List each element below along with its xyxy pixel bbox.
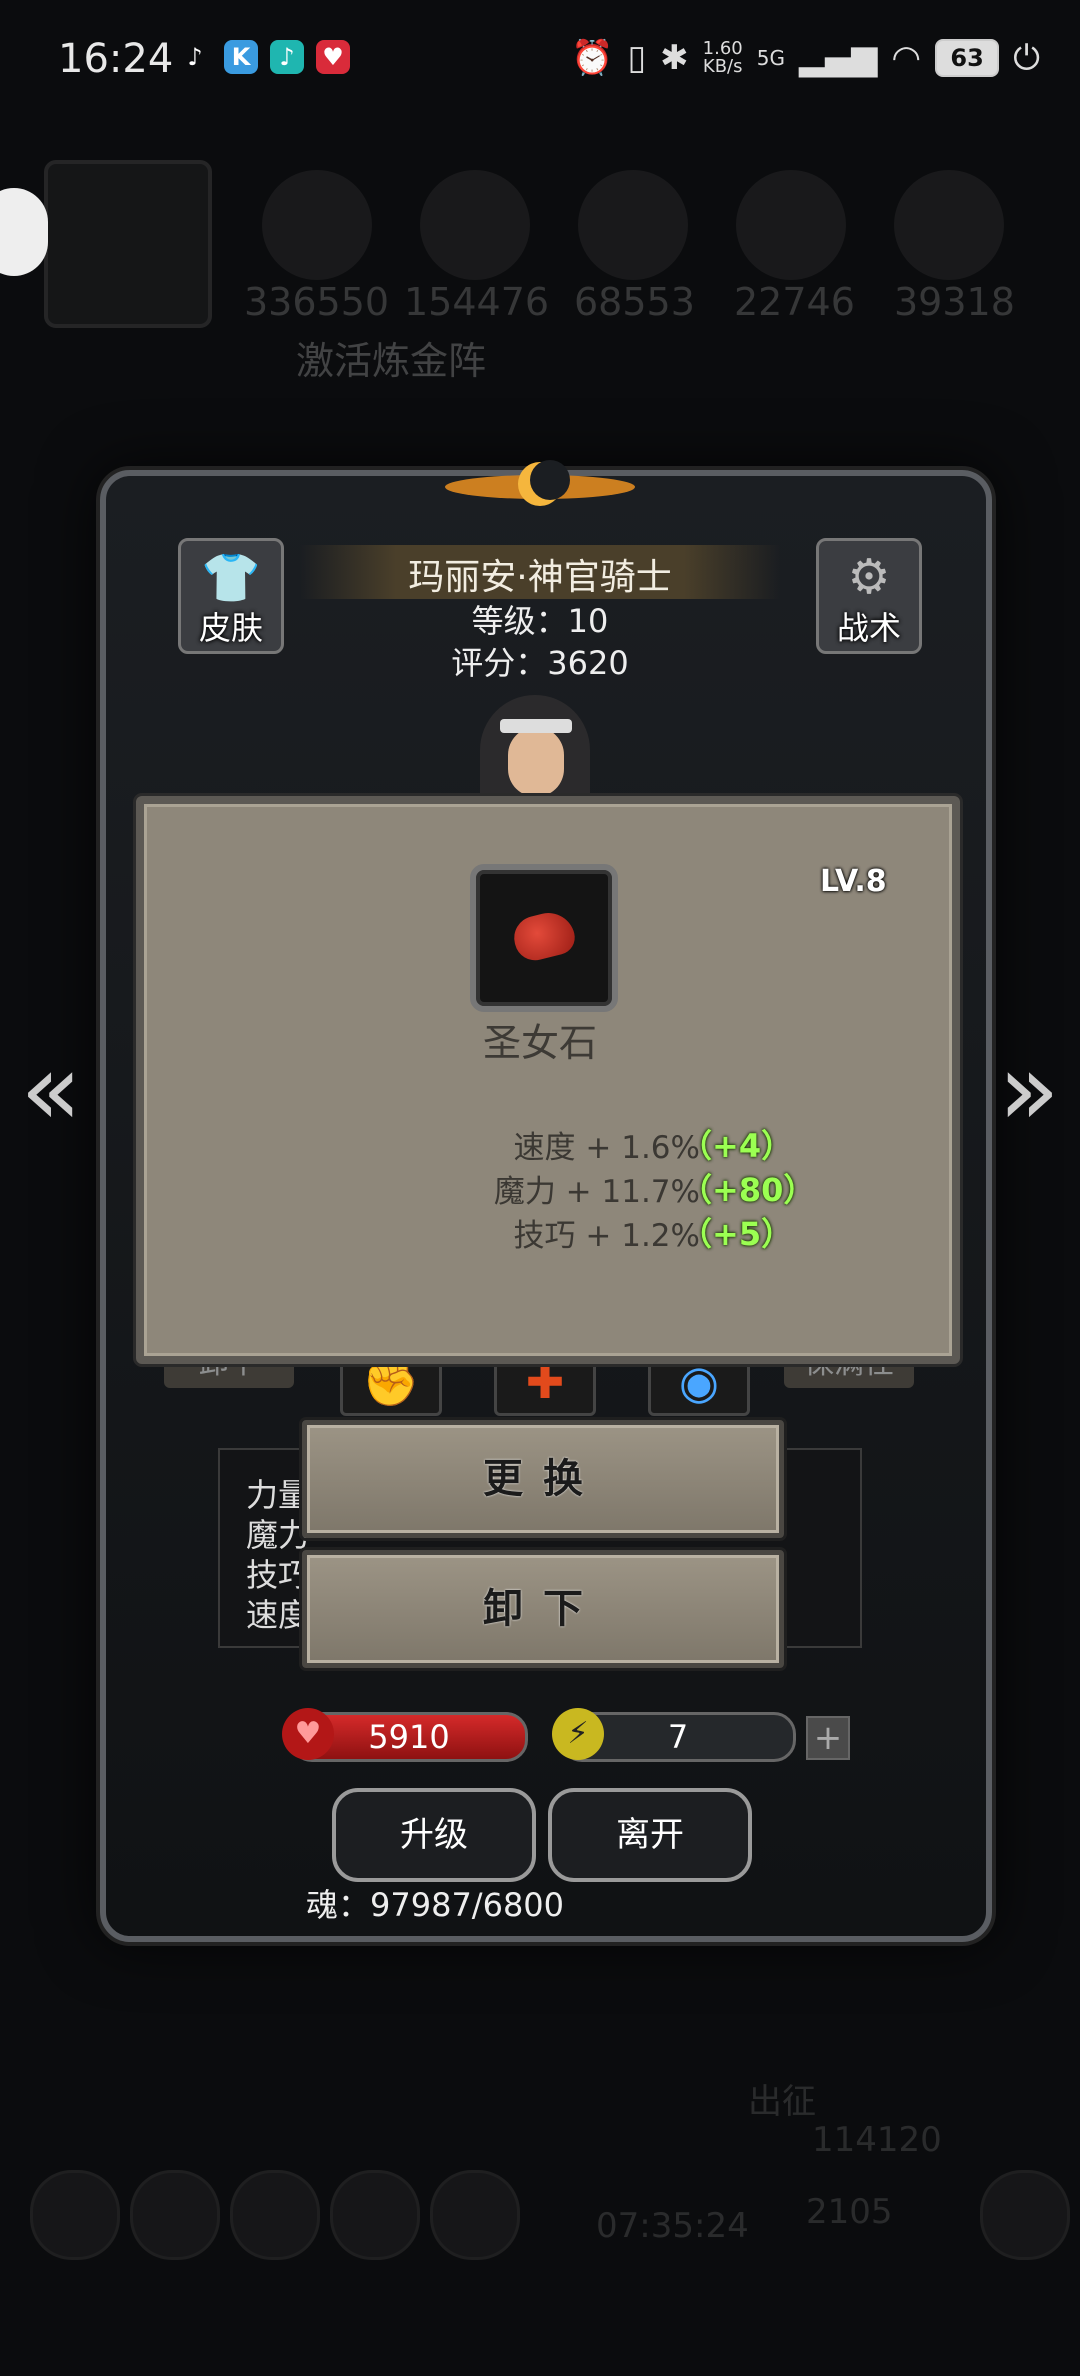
clock: 16:24: [58, 36, 174, 82]
gold-count: 114120: [812, 2120, 942, 2160]
resource-count: 39318: [894, 280, 1015, 324]
menu-icon: [430, 2170, 520, 2260]
item-level: LV.8: [820, 864, 887, 899]
resource-icon: [578, 170, 688, 280]
character-score: 评分：3620: [451, 644, 629, 682]
timer: 07:35:24: [596, 2206, 749, 2246]
leave-button[interactable]: 离开: [548, 1788, 752, 1882]
alarm-icon: ⏰: [571, 38, 614, 78]
character-name: 玛丽安·神官骑士: [408, 557, 672, 598]
tactics-button[interactable]: ⚙ 战术: [816, 538, 922, 654]
resource-icon: [894, 170, 1004, 280]
signal-icon: ▂▄▆: [798, 38, 878, 78]
character-level: 等级：10: [471, 602, 609, 640]
wifi-icon: ◠: [891, 38, 922, 78]
activate-alchemy-label: 激活炼金阵: [296, 339, 487, 383]
stat-label: 速度: [246, 1596, 311, 1634]
soul-counter: 魂：97987/6800: [306, 1886, 565, 1924]
item-stat: 技巧 + 1.2%: [513, 1218, 700, 1254]
resource-count: 22746: [734, 280, 855, 324]
status-bar: 16:24 ♪ K ♪ ♥ ⏰ ▯ ✱ 1.60 KB/s 5G ▂▄▆ ◠ 6…: [0, 0, 1080, 120]
bluetooth-icon: ✱: [660, 38, 689, 78]
character-portrait: [470, 695, 600, 795]
tiktok-icon: ♪: [187, 43, 203, 71]
resource-count: 336550: [244, 280, 390, 324]
gear-icon: ⚙: [847, 549, 891, 605]
lightning-icon: ⚡: [552, 1708, 604, 1760]
resource-count: 68553: [574, 280, 695, 324]
heart-icon: ♥: [282, 1708, 334, 1760]
power-save-icon: ⏻: [1013, 38, 1040, 78]
skin-button[interactable]: 👕 皮肤: [178, 538, 284, 654]
remove-button[interactable]: 卸下: [302, 1550, 784, 1668]
network-speed: 1.60 KB/s: [702, 38, 743, 77]
upgrade-button[interactable]: 升级: [332, 1788, 536, 1882]
moon-crest-icon: [445, 460, 635, 506]
player-portrait: [44, 160, 212, 328]
menu-icon: [30, 2170, 120, 2260]
replace-button[interactable]: 更换: [302, 1420, 784, 1538]
item-stat: 速度 + 1.6%: [513, 1130, 700, 1166]
vibrate-icon: ▯: [627, 38, 647, 78]
item-icon-frame: [470, 864, 618, 1012]
resource-icon: [420, 170, 530, 280]
menu-icon: [230, 2170, 320, 2260]
item-stat-bonus: （+80）: [680, 1171, 816, 1209]
previous-arrow-icon[interactable]: «: [16, 1040, 86, 1140]
system-icons: ⏰ ▯ ✱ 1.60 KB/s 5G ▂▄▆ ◠ 63 ⏻: [571, 38, 1040, 78]
chat-bubble-icon[interactable]: [0, 188, 48, 276]
gem-count: 2105: [806, 2192, 893, 2232]
add-energy-button[interactable]: +: [806, 1716, 850, 1760]
resource-icon: [736, 170, 846, 280]
notification-icons: ♪ K ♪ ♥: [178, 40, 350, 74]
add-icon: [980, 2170, 1070, 2260]
network-type: 5G: [756, 46, 785, 70]
item-stat: 魔力 + 11.7%: [493, 1174, 700, 1210]
resource-count: 154476: [404, 280, 550, 324]
tactics-label: 战术: [836, 609, 901, 647]
k-app-icon: K: [224, 40, 258, 74]
expedition-label: 出征: [748, 2082, 816, 2122]
item-stat-bonus: （+5）: [680, 1215, 794, 1253]
skin-label: 皮肤: [198, 609, 263, 647]
resource-icon: [262, 170, 372, 280]
menu-icon: [130, 2170, 220, 2260]
next-arrow-icon[interactable]: »: [994, 1040, 1064, 1140]
battery-indicator: 63: [935, 39, 1000, 77]
stone-icon: [509, 907, 579, 965]
item-name: 圣女石: [482, 1021, 597, 1065]
menu-icon: [330, 2170, 420, 2260]
item-stat-bonus: （+4）: [680, 1127, 794, 1165]
heart-app-icon: ♥: [316, 40, 350, 74]
tiktok-lite-icon: ♪: [270, 40, 304, 74]
shirt-icon: 👕: [201, 550, 261, 606]
